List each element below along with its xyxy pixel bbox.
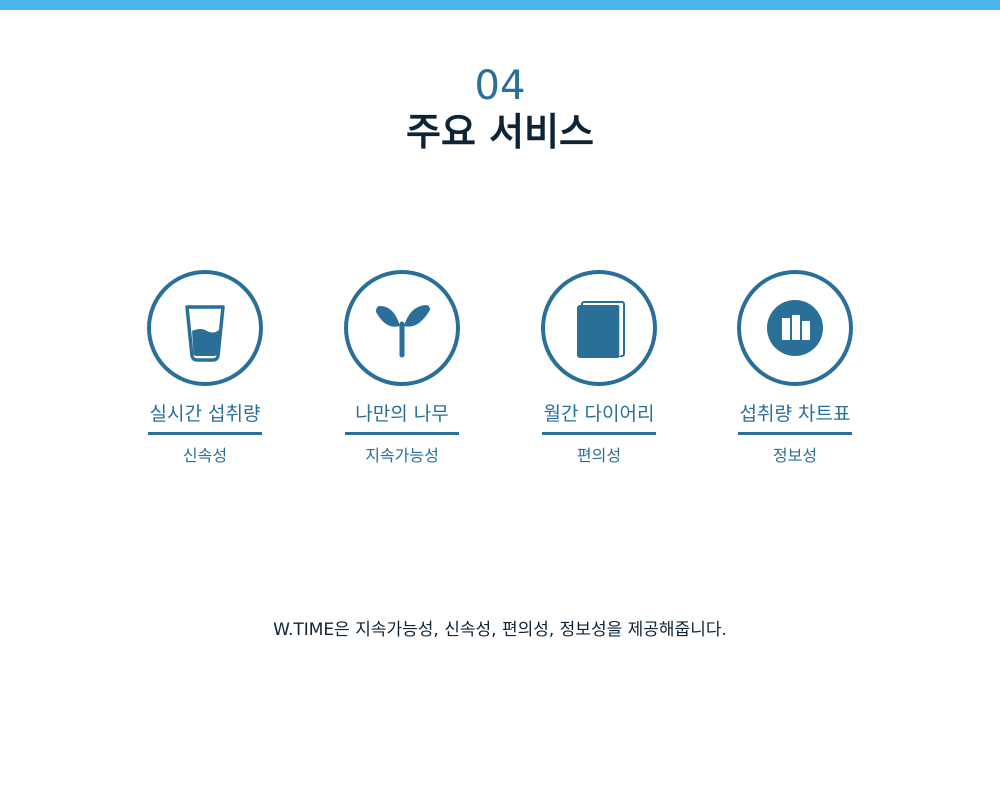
top-accent-bar <box>0 0 1000 10</box>
service-desc: 편의성 <box>576 446 622 465</box>
service-name: 월간 다이어리 <box>542 402 656 435</box>
service-card-my-tree: 나만의 나무 지속가능성 <box>322 270 482 467</box>
service-desc: 지속가능성 <box>365 446 439 465</box>
service-name: 실시간 섭취량 <box>148 402 262 435</box>
service-icon-circle <box>737 270 853 386</box>
service-icon-circle <box>147 270 263 386</box>
book-icon <box>577 301 625 358</box>
section-title: 주요 서비스 <box>405 110 595 154</box>
water-glass-icon <box>185 305 225 362</box>
service-icon-circle <box>344 270 460 386</box>
service-desc: 신속성 <box>182 446 228 465</box>
service-card-intake-chart: 섭취량 차트표 정보성 <box>715 270 875 467</box>
bar-chart-icon <box>767 300 823 356</box>
service-icon-circle <box>541 270 657 386</box>
service-card-realtime-intake: 실시간 섭취량 신속성 <box>125 270 285 467</box>
service-desc: 정보성 <box>772 446 818 465</box>
section-number: 04 <box>474 63 526 109</box>
service-name: 나만의 나무 <box>345 402 459 435</box>
service-name: 섭취량 차트표 <box>738 402 852 435</box>
service-card-monthly-diary: 월간 다이어리 편의성 <box>519 270 679 467</box>
sprout-icon <box>376 305 430 358</box>
footer-summary: W.TIME은 지속가능성, 신속성, 편의성, 정보성을 제공해줍니다. <box>273 620 727 640</box>
